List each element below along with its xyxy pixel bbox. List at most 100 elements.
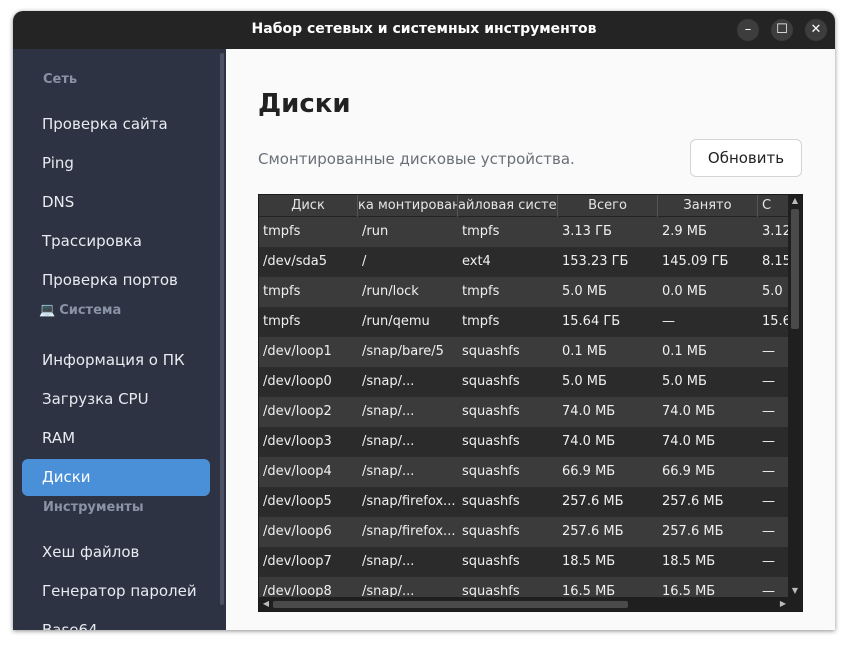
vertical-scroll-thumb[interactable] [791,209,799,329]
cell-used: 257.6 МБ [662,494,724,509]
refresh-button[interactable]: Обновить [690,139,802,177]
cell-free: — [762,494,775,509]
section-system: 💻 Система [39,303,122,318]
cell-mountpoint: /snap/... [362,464,415,479]
cell-used: 0.0 МБ [662,284,707,299]
cell-free: — [762,524,775,539]
cell-total: 15.64 ГБ [562,314,621,329]
cell-disk: /dev/loop4 [263,464,332,479]
cell-free: 8.15 [762,254,789,269]
column-header-filesystem[interactable]: айловая систем [458,195,558,217]
cell-filesystem: squashfs [462,524,520,539]
cell-filesystem: squashfs [462,494,520,509]
cell-free: 15.6 [762,314,789,329]
cell-disk: /dev/loop1 [263,344,332,359]
section-network: Сеть [43,72,78,87]
table-row[interactable]: /dev/loop2/snap/... squashfs 74.0 МБ 74.0 М… [259,397,789,427]
cell-used: 66.9 МБ [662,464,716,479]
table-row[interactable]: /dev/loop3/snap/... squashfs 74.0 МБ 74.0 М… [259,427,789,457]
sidebar-item-file-hash[interactable]: Хеш файлов [22,534,210,571]
cell-filesystem: squashfs [462,554,520,569]
cell-disk: /dev/loop3 [263,434,332,449]
cell-total: 257.6 МБ [562,524,624,539]
table-row[interactable]: /dev/loop6/snap/firefox... squashfs 257.6 … [259,517,789,547]
cell-total: 153.23 ГБ [562,254,629,269]
table-row[interactable]: tmpfs/run tmpfs 3.13 ГБ 2.9 МБ 3.12 [259,217,789,247]
cell-disk: /dev/loop6 [263,524,332,539]
cell-free: — [762,554,775,569]
table-row[interactable]: /dev/sda5 / ext4 153.23 ГБ 145.09 ГБ 8.15 [259,247,789,277]
table-body: tmpfs/run tmpfs 3.13 ГБ 2.9 МБ 3.12/dev/sda5… [259,217,789,599]
scroll-down-arrow-icon[interactable]: ▼ [788,585,802,597]
cell-mountpoint: /run/qemu [362,314,430,329]
table-vertical-scrollbar[interactable]: ▲ ▼ [788,195,802,599]
sidebar-item-ping[interactable]: Ping [22,145,210,182]
table-header: Диск ка монтирован айловая систем Всего … [259,195,789,217]
table-row[interactable]: /dev/loop4/snap/... squashfs 66.9 МБ 66.9 М… [259,457,789,487]
cell-filesystem: squashfs [462,434,520,449]
sidebar-item-site-check[interactable]: Проверка сайта [22,106,210,143]
cell-total: 16.5 МБ [562,584,616,599]
cell-free: 3.12 [762,224,789,239]
sidebar-scrollbar[interactable] [220,53,224,605]
sidebar-item-pc-info[interactable]: Информация о ПК [22,342,210,379]
cell-used: 16.5 МБ [662,584,716,599]
titlebar[interactable]: Набор сетевых и системных инструментов –… [13,11,835,49]
sidebar-item-port-check[interactable]: Проверка портов [22,262,210,299]
table-row[interactable]: tmpfs/run/lock tmpfs 5.0 МБ 0.0 МБ 5.0 М [259,277,789,307]
cell-used: 0.1 МБ [662,344,707,359]
app-window: Набор сетевых и системных инструментов –… [13,11,835,630]
scroll-left-arrow-icon[interactable]: ◀ [259,597,273,611]
scroll-up-arrow-icon[interactable]: ▲ [788,195,802,207]
computer-icon: 💻 [39,303,56,318]
table-row[interactable]: tmpfs/run/qemu tmpfs 15.64 ГБ — 15.6 [259,307,789,337]
column-header-free[interactable]: С [758,195,789,217]
close-button[interactable]: ✕ [805,19,827,41]
scroll-right-arrow-icon[interactable]: ▶ [776,597,790,611]
table-row[interactable]: /dev/loop1/snap/bare/5 squashfs 0.1 МБ 0.1 … [259,337,789,367]
cell-total: 0.1 МБ [562,344,607,359]
sidebar-item-base64[interactable]: Base64 [22,612,210,630]
column-header-mountpoint[interactable]: ка монтирован [358,195,458,217]
table-horizontal-scrollbar[interactable]: ◀ ▶ [259,597,802,611]
cell-disk: /dev/loop5 [263,494,332,509]
column-header-used[interactable]: Занято [658,195,758,217]
cell-total: 257.6 МБ [562,494,624,509]
column-header-disk[interactable]: Диск [259,195,358,217]
cell-used: 257.6 МБ [662,524,724,539]
cell-mountpoint: /snap/... [362,404,415,419]
cell-mountpoint: /snap/firefox... [362,524,456,539]
page-title: Диски [258,89,351,119]
cell-free: — [762,584,775,599]
sidebar-item-cpu[interactable]: Загрузка CPU [22,381,210,418]
cell-used: 18.5 МБ [662,554,716,569]
sidebar-item-traceroute[interactable]: Трассировка [22,223,210,260]
sidebar: Сеть Проверка сайта Ping DNS Трассировка… [13,49,226,630]
cell-used: 74.0 МБ [662,404,716,419]
cell-free: — [762,374,775,389]
table-row[interactable]: /dev/loop5/snap/firefox... squashfs 257.6 … [259,487,789,517]
cell-free: — [762,404,775,419]
cell-mountpoint: / [362,254,367,269]
sidebar-item-dns[interactable]: DNS [22,184,210,221]
minimize-button[interactable]: – [737,19,759,41]
cell-free: 5.0 М [762,284,789,299]
table-row[interactable]: /dev/loop7/snap/... squashfs 18.5 МБ 18.5 М… [259,547,789,577]
cell-total: 66.9 МБ [562,464,616,479]
table-row[interactable]: /dev/loop0/snap/... squashfs 5.0 МБ 5.0 МБ — [259,367,789,397]
sidebar-item-ram[interactable]: RAM [22,420,210,457]
page-subtitle: Смонтированные дисковые устройства. [258,150,575,168]
table-row[interactable]: /dev/loop8/snap/... squashfs 16.5 МБ 16.5 М… [259,577,789,599]
sidebar-item-disks[interactable]: Диски [22,459,210,496]
cell-filesystem: squashfs [462,584,520,599]
column-header-total[interactable]: Всего [558,195,658,217]
maximize-button[interactable]: ☐ [771,19,793,41]
cell-used: 74.0 МБ [662,434,716,449]
cell-total: 18.5 МБ [562,554,616,569]
cell-filesystem: squashfs [462,464,520,479]
sidebar-item-password-generator[interactable]: Генератор паролей [22,573,210,610]
cell-filesystem: squashfs [462,404,520,419]
cell-used: 145.09 ГБ [662,254,729,269]
cell-mountpoint: /snap/bare/5 [362,344,444,359]
horizontal-scroll-thumb[interactable] [273,601,628,608]
